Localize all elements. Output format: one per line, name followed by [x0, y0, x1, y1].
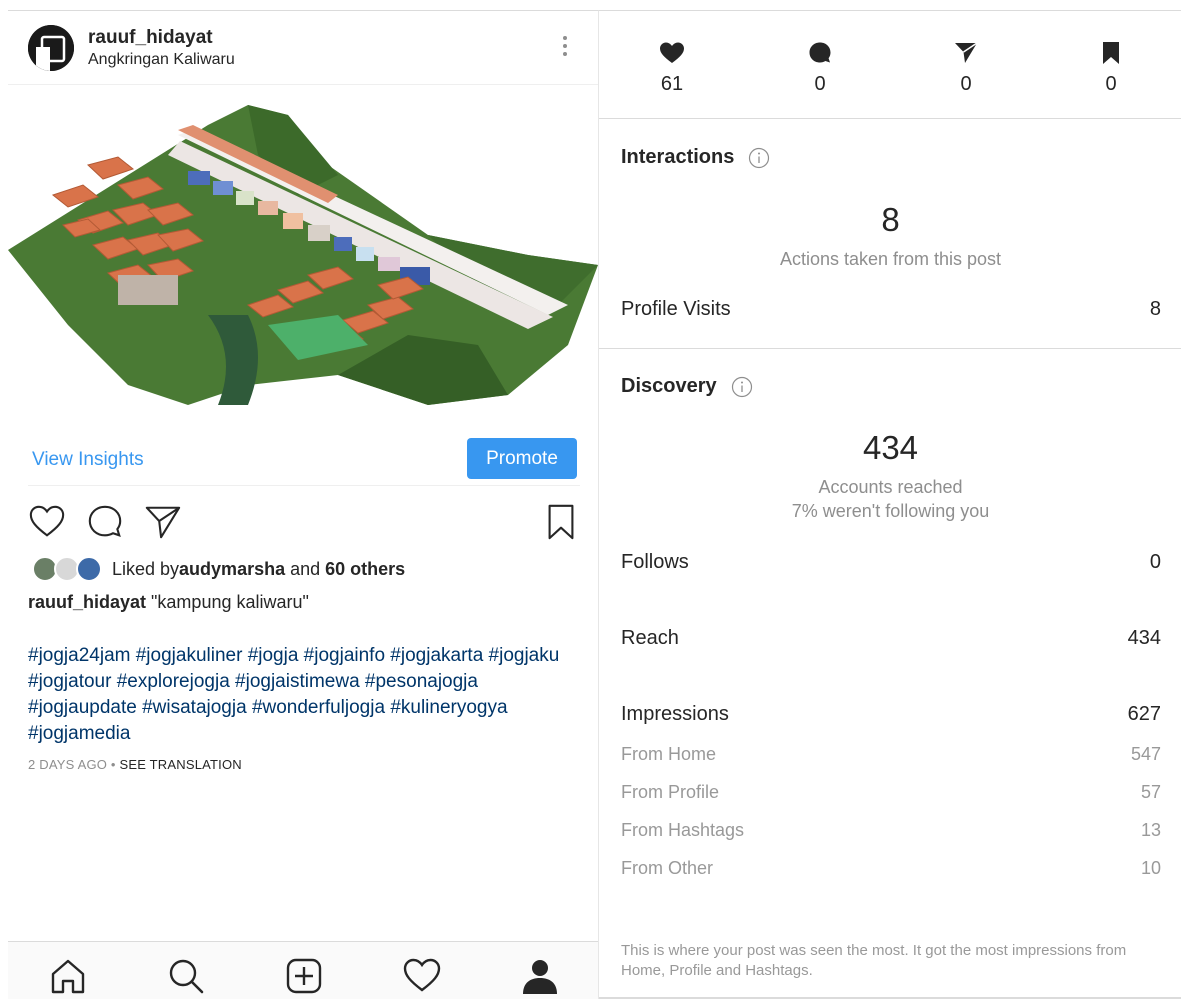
- post-meta: 2 DAYS AGO • SEE TRANSLATION: [28, 757, 242, 772]
- follows-label: Follows: [621, 551, 689, 573]
- reach-label: Reach: [621, 627, 679, 649]
- bookmark-filled-icon: [1103, 42, 1119, 64]
- divider: [599, 348, 1181, 349]
- post-actions: [8, 495, 598, 545]
- insights-panel: 61 0 0 0 Interactions 8 Actions taken fr…: [598, 10, 1181, 999]
- bottom-nav: [8, 941, 598, 999]
- save-icon[interactable]: [542, 503, 580, 541]
- info-icon[interactable]: [748, 147, 770, 169]
- from-hashtags-label: From Hashtags: [621, 820, 745, 840]
- not-following-label: 7% weren't following you: [791, 501, 990, 521]
- post-hashtags[interactable]: #jogja24jam #jogjakuliner #jogja #jogjai…: [28, 643, 588, 747]
- from-home-label: From Home: [621, 744, 717, 764]
- stat-shares-count: 0: [960, 73, 972, 95]
- follows-row: Follows 0: [621, 551, 1161, 574]
- post-panel: rauuf_hidayat Angkringan Kaliwaru View I…: [8, 10, 598, 999]
- accounts-reached-value: 434: [862, 429, 919, 466]
- meta-dot: •: [107, 757, 120, 772]
- impressions-row: Impressions 627: [621, 703, 1161, 726]
- like-icon[interactable]: [28, 503, 66, 541]
- accounts-reached-label: Accounts reached: [818, 477, 963, 497]
- info-icon[interactable]: [731, 376, 753, 398]
- post-time: 2 DAYS AGO: [28, 757, 108, 772]
- impressions-footnote: This is where your post was seen the mos…: [621, 942, 1127, 979]
- profile-visits-row: Profile Visits 8: [621, 298, 1161, 321]
- liked-and: and: [285, 558, 326, 579]
- from-profile-label: From Profile: [621, 782, 720, 802]
- insights-row: View Insights Promote: [8, 421, 598, 487]
- stats-row: 61 0 0 0: [599, 11, 1181, 119]
- view-insights-link[interactable]: View Insights: [32, 449, 144, 471]
- stat-likes-count: 61: [660, 73, 684, 95]
- impressions-label: Impressions: [621, 703, 729, 725]
- profile-visits-label: Profile Visits: [621, 298, 731, 320]
- promote-button[interactable]: Promote: [467, 438, 577, 479]
- stat-comments: 0: [780, 41, 860, 96]
- liked-by[interactable]: Liked by audymarsha and 60 others: [32, 555, 405, 583]
- new-post-icon[interactable]: [284, 956, 324, 996]
- avatar-image: [28, 25, 74, 71]
- stat-saves: 0: [1071, 41, 1151, 96]
- post-username[interactable]: rauuf_hidayat: [88, 27, 213, 49]
- from-home-value: 547: [1130, 744, 1161, 764]
- from-home-row: From Home 547: [621, 744, 1161, 765]
- interactions-title-text: Interactions: [621, 146, 735, 168]
- from-other-label: From Other: [621, 858, 714, 878]
- post-location[interactable]: Angkringan Kaliwaru: [88, 51, 235, 69]
- profile-visits-value: 8: [1149, 298, 1161, 320]
- share-filled-icon: [955, 42, 978, 63]
- follows-value: 0: [1149, 551, 1161, 573]
- caption-username[interactable]: rauuf_hidayat: [28, 592, 146, 612]
- post-header: rauuf_hidayat Angkringan Kaliwaru: [8, 11, 598, 85]
- stat-saves-count: 0: [1105, 73, 1117, 95]
- avatar[interactable]: [28, 25, 74, 71]
- stat-comments-count: 0: [814, 73, 826, 95]
- from-profile-row: From Profile 57: [621, 782, 1161, 803]
- heart-filled-icon: [660, 42, 684, 63]
- post-image[interactable]: [8, 85, 598, 421]
- profile-icon[interactable]: [520, 956, 560, 996]
- from-other-value: 10: [1140, 858, 1161, 878]
- caption-text: "kampung kaliwaru": [146, 592, 309, 612]
- liker-avatar: [76, 556, 102, 582]
- activity-icon[interactable]: [402, 956, 442, 996]
- stat-likes: 61: [632, 41, 712, 96]
- comment-icon[interactable]: [86, 503, 124, 541]
- from-other-row: From Other 10: [621, 858, 1161, 879]
- liked-user[interactable]: audymarsha: [179, 559, 285, 580]
- post-caption: rauuf_hidayat "kampung kaliwaru": [28, 592, 588, 613]
- comment-filled-icon: [809, 42, 831, 63]
- liker-avatars: [32, 556, 104, 582]
- interactions-total-label: Actions taken from this post: [779, 249, 1002, 269]
- reach-row: Reach 434: [621, 627, 1161, 650]
- from-hashtags-value: 13: [1140, 820, 1161, 840]
- reach-value: 434: [1127, 627, 1161, 649]
- share-icon[interactable]: [144, 503, 182, 541]
- home-icon[interactable]: [48, 956, 88, 996]
- from-hashtags-row: From Hashtags 13: [621, 820, 1161, 841]
- liked-prefix: Liked by: [112, 558, 180, 579]
- discovery-title: Discovery: [621, 375, 753, 398]
- interactions-title: Interactions: [621, 146, 770, 169]
- divider: [28, 485, 580, 486]
- stat-shares: 0: [926, 41, 1006, 96]
- see-translation-link[interactable]: SEE TRANSLATION: [119, 757, 241, 772]
- from-profile-value: 57: [1140, 782, 1161, 802]
- liked-others[interactable]: 60 others: [325, 559, 405, 580]
- impressions-value: 627: [1127, 703, 1161, 725]
- interactions-total: 8: [881, 201, 900, 238]
- more-options-icon[interactable]: [556, 33, 574, 63]
- search-icon[interactable]: [166, 956, 206, 996]
- discovery-title-text: Discovery: [621, 375, 717, 397]
